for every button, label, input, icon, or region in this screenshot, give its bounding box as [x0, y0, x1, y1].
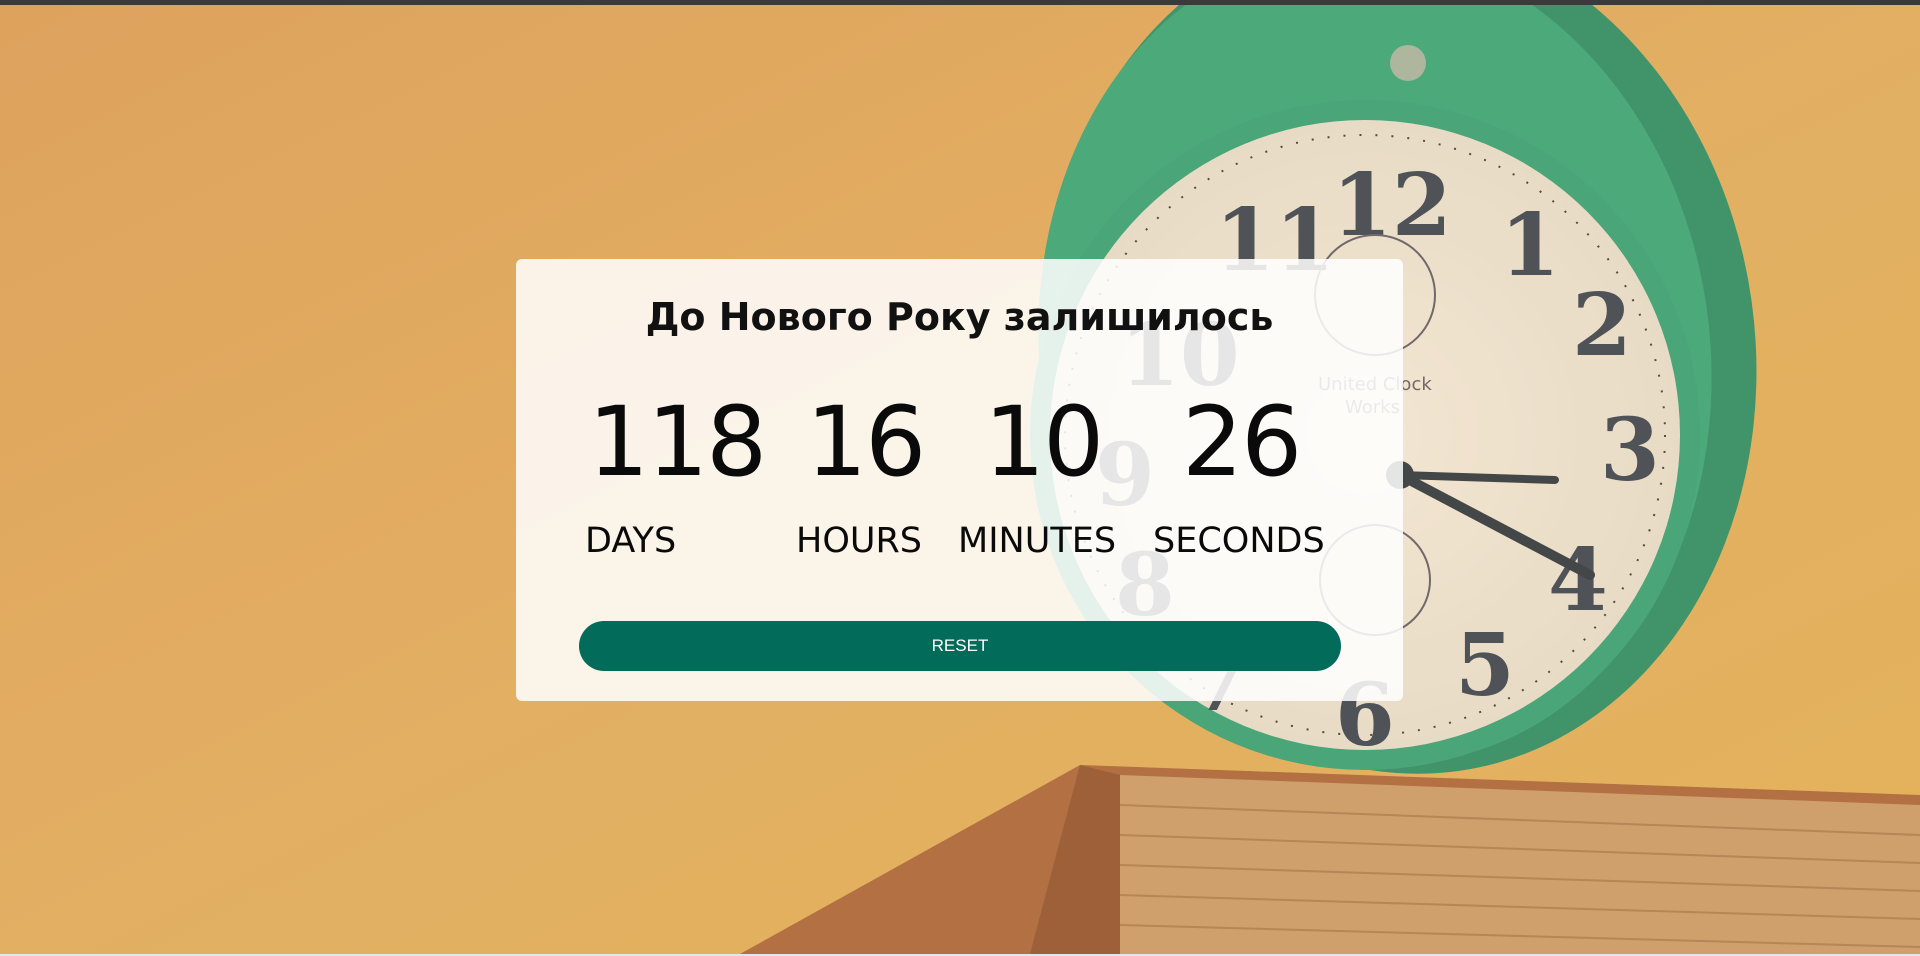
- hours-value: 16: [806, 386, 926, 498]
- days-label: DAYS: [585, 521, 677, 561]
- countdown-card: До Нового Року залишилось 118 16 10 26 D…: [516, 259, 1403, 701]
- seconds-label: SECONDS: [1153, 521, 1325, 561]
- reset-button[interactable]: RESET: [579, 621, 1341, 671]
- minutes-label: MINUTES: [958, 521, 1117, 561]
- countdown-page: 12 1 2 3 4 5 6 7 8 9 10 11 United Clock …: [0, 0, 1920, 956]
- countdown-title: До Нового Року залишилось: [645, 295, 1274, 339]
- days-value: 118: [588, 386, 767, 498]
- minutes-value: 10: [984, 386, 1104, 498]
- hours-label: HOURS: [796, 521, 923, 561]
- seconds-value: 26: [1182, 386, 1302, 498]
